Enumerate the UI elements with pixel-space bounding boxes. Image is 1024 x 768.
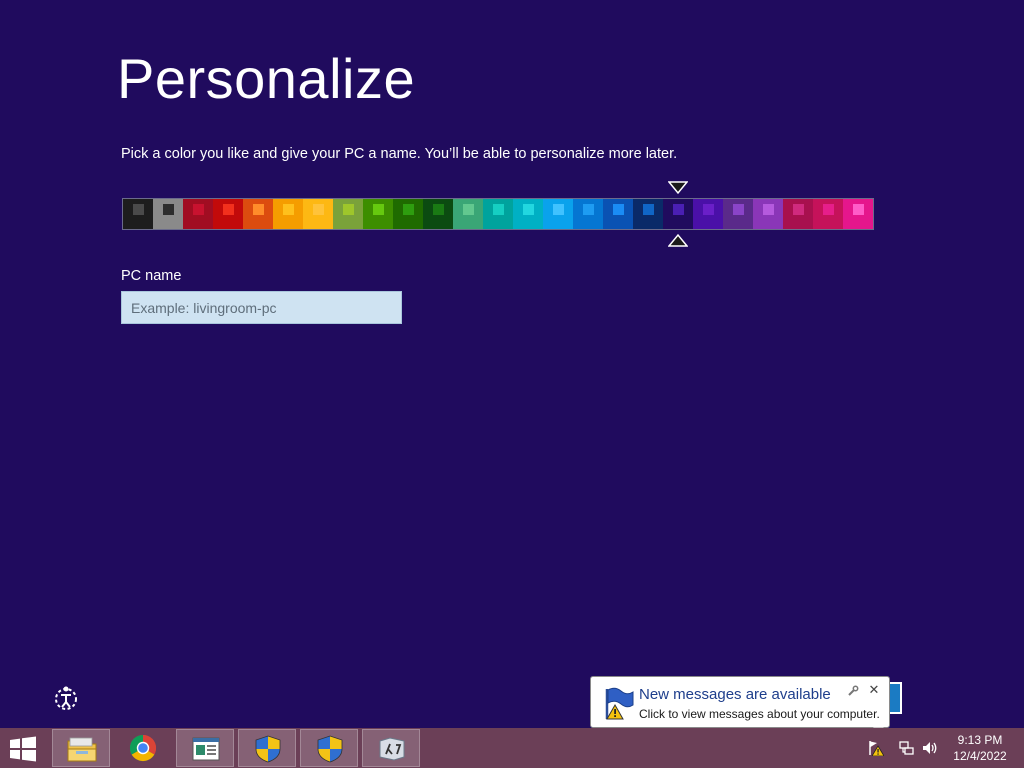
window-icon (192, 737, 220, 761)
color-swatch-accent (493, 204, 504, 215)
color-swatch[interactable] (603, 199, 633, 229)
uac-taskbar-button-2[interactable] (300, 729, 358, 767)
selection-arrow-up-icon (668, 233, 688, 247)
color-swatch[interactable] (663, 199, 693, 229)
color-picker[interactable] (122, 198, 874, 230)
taskbar: 9:13 PM 12/4/2022 (0, 728, 1024, 768)
color-swatch[interactable] (843, 199, 873, 229)
chrome-taskbar-button[interactable] (114, 729, 172, 767)
color-swatch[interactable] (363, 199, 393, 229)
color-swatch[interactable] (183, 199, 213, 229)
color-swatch-accent (223, 204, 234, 215)
color-swatch[interactable] (213, 199, 243, 229)
notification-text: Click to view messages about your comput… (639, 707, 880, 721)
color-swatch[interactable] (423, 199, 453, 229)
color-swatch-accent (283, 204, 294, 215)
color-swatch[interactable] (453, 199, 483, 229)
clock-date: 12/4/2022 (953, 749, 1007, 763)
action-center-warning-icon[interactable] (868, 740, 884, 756)
page-title: Personalize (117, 47, 416, 110)
wrench-icon[interactable] (847, 685, 859, 697)
pc-name-input[interactable] (121, 291, 402, 324)
color-swatch-accent (703, 204, 714, 215)
lambda-icon (379, 737, 405, 761)
color-swatch[interactable] (243, 199, 273, 229)
system-clock[interactable]: 9:13 PM 12/4/2022 (948, 732, 1012, 764)
color-swatch-accent (253, 204, 264, 215)
color-swatch[interactable] (513, 199, 543, 229)
window-taskbar-button[interactable] (176, 729, 234, 767)
color-swatch-accent (523, 204, 534, 215)
color-swatch-accent (373, 204, 384, 215)
close-icon[interactable]: ✕ (867, 683, 881, 697)
color-swatch-accent (133, 204, 144, 215)
color-swatch[interactable] (273, 199, 303, 229)
app-taskbar-button[interactable] (362, 729, 420, 767)
windows-logo-icon[interactable] (8, 736, 38, 762)
page-instructions: Pick a color you like and give your PC a… (121, 146, 678, 162)
color-swatch-accent (193, 204, 204, 215)
color-swatch-accent (403, 204, 414, 215)
color-swatch-accent (613, 204, 624, 215)
color-swatch[interactable] (123, 199, 153, 229)
color-swatch[interactable] (693, 199, 723, 229)
color-swatch-accent (463, 204, 474, 215)
shield-icon (255, 735, 281, 763)
color-swatch[interactable] (633, 199, 663, 229)
network-icon[interactable] (898, 740, 914, 756)
color-swatch-accent (763, 204, 774, 215)
color-swatch-accent (733, 204, 744, 215)
color-swatch[interactable] (393, 199, 423, 229)
color-swatch[interactable] (723, 199, 753, 229)
color-swatch-accent (793, 204, 804, 215)
ease-of-access-icon[interactable] (52, 684, 80, 712)
color-swatch[interactable] (543, 199, 573, 229)
color-swatch-accent (643, 204, 654, 215)
color-swatch[interactable] (333, 199, 363, 229)
shield-icon (317, 735, 343, 763)
color-swatch[interactable] (813, 199, 843, 229)
color-swatch-accent (823, 204, 834, 215)
chrome-icon (129, 734, 157, 762)
color-swatch-accent (673, 204, 684, 215)
file-explorer-taskbar-button[interactable] (52, 729, 110, 767)
notification-title: New messages are available (639, 686, 831, 703)
action-center-flag-icon (605, 687, 634, 720)
folder-icon (67, 737, 97, 762)
color-swatch[interactable] (483, 199, 513, 229)
color-swatch[interactable] (753, 199, 783, 229)
color-swatch-accent (313, 204, 324, 215)
color-swatch[interactable] (783, 199, 813, 229)
volume-icon[interactable] (922, 740, 938, 756)
clock-time: 9:13 PM (957, 733, 1003, 747)
color-swatch-accent (583, 204, 594, 215)
color-swatch[interactable] (303, 199, 333, 229)
color-swatch-accent (853, 204, 864, 215)
selection-arrow-down-icon (668, 181, 688, 195)
pc-name-label: PC name (121, 268, 182, 284)
uac-taskbar-button-1[interactable] (238, 729, 296, 767)
notification-balloon[interactable]: New messages are available Click to view… (590, 676, 890, 728)
color-swatch-accent (553, 204, 564, 215)
color-swatch[interactable] (573, 199, 603, 229)
color-swatch-accent (343, 204, 354, 215)
color-swatch-accent (433, 204, 444, 215)
color-swatch[interactable] (153, 199, 183, 229)
color-swatch-accent (163, 204, 174, 215)
